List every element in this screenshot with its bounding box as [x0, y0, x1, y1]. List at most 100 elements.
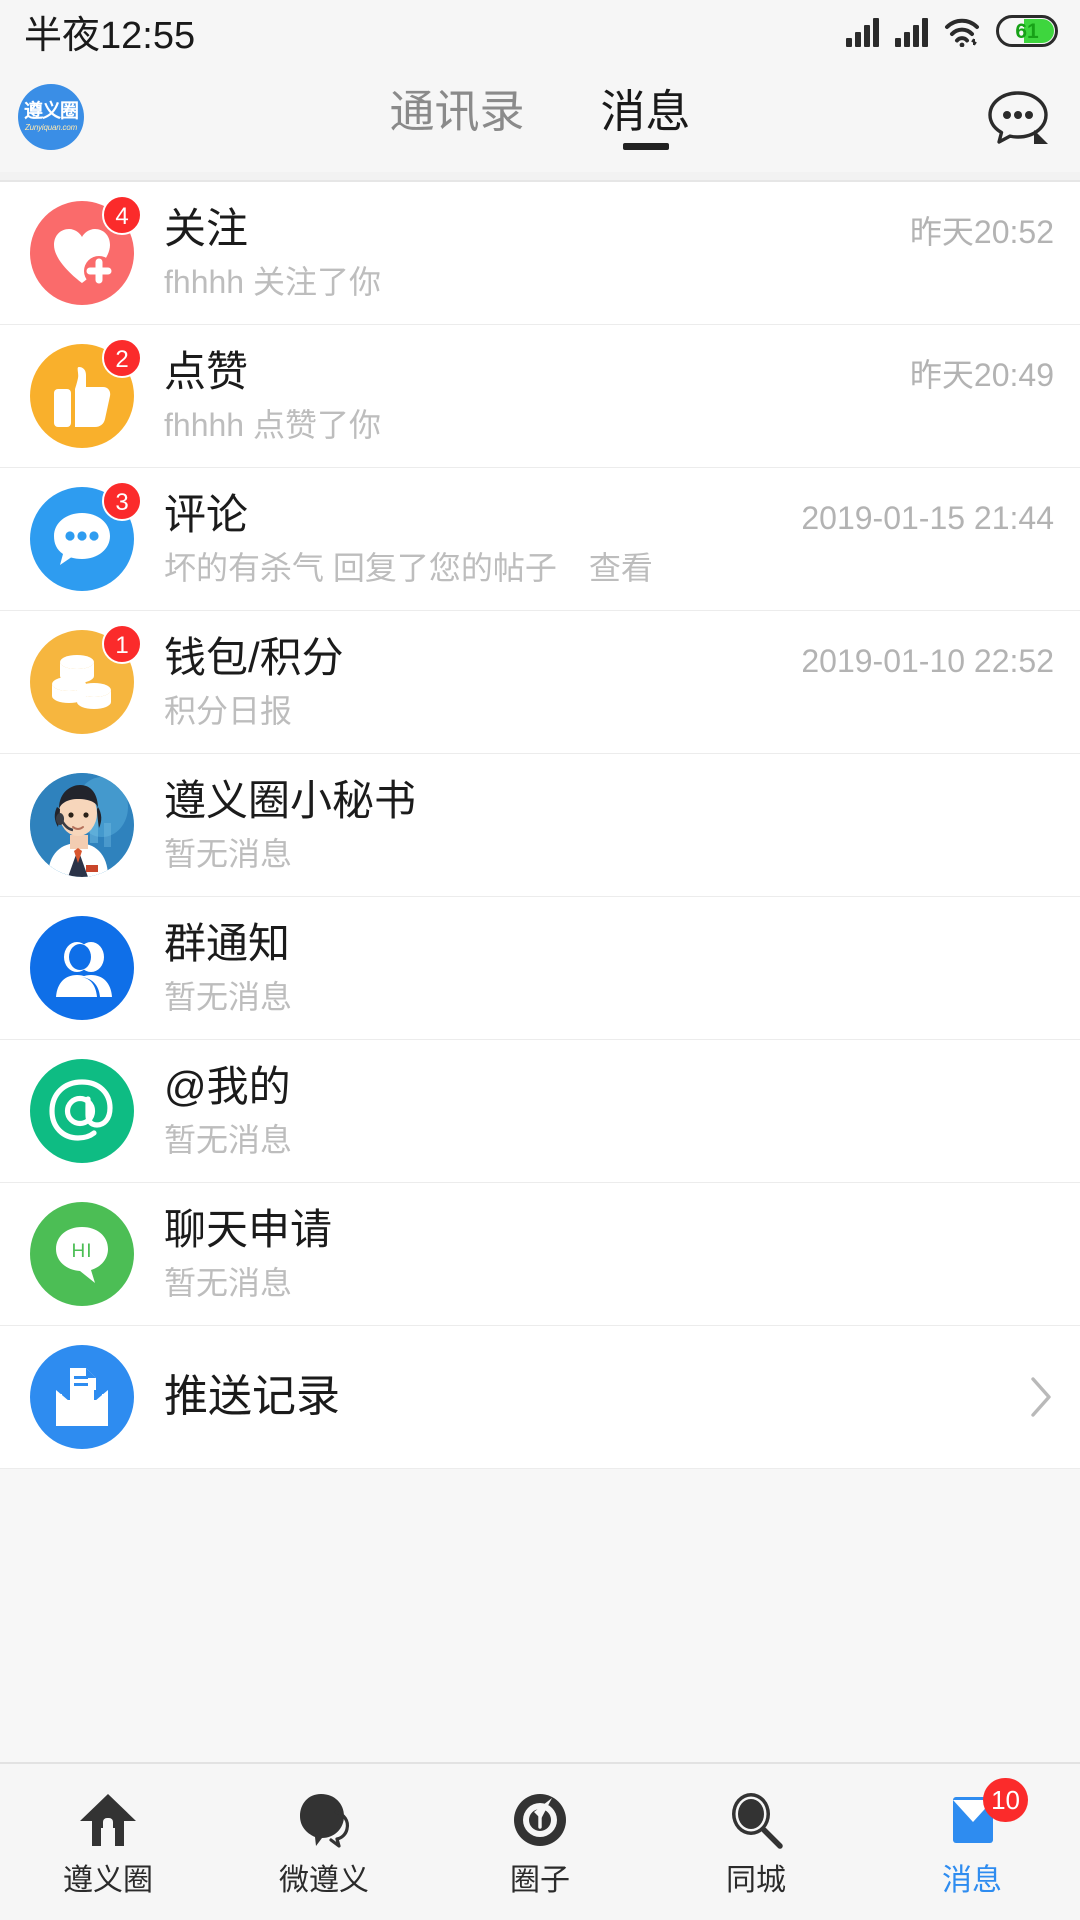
list-item[interactable]: 遵义圈小秘书 暂无消息 — [0, 754, 1080, 897]
list-item[interactable]: HI 聊天申请 暂无消息 — [0, 1183, 1080, 1326]
top-navigation-bar: 遵义圈 Zunyiquan.com 通讯录 消息 — [0, 62, 1080, 172]
wifi-icon — [944, 17, 980, 48]
tab-bar-label: 遵义圈 — [63, 1864, 153, 1897]
at-sign-icon — [30, 1059, 134, 1163]
push-record-title: 推送记录 — [164, 1372, 340, 1421]
list-item[interactable]: 3 评论 2019-01-15 21:44 坏的有杀气 回复了您的帖子 查看 — [0, 468, 1080, 611]
secretary-avatar — [30, 773, 134, 877]
list-item-body: 关注 昨天20:52 fhhhh 关注了你 — [164, 205, 1054, 300]
list-item-subtitle: 暂无消息 — [164, 1265, 293, 1301]
list-item-body: 推送记录 — [164, 1375, 1028, 1419]
list-item-header: 遵义圈小秘书 — [164, 780, 1054, 822]
signal-icon — [846, 17, 879, 47]
status-clock: 半夜12:55 — [24, 14, 196, 57]
list-item[interactable]: 2 点赞 昨天20:49 fhhhh 点赞了你 — [0, 325, 1080, 468]
list-item[interactable]: 群通知 暂无消息 — [0, 897, 1080, 1040]
avatar: HI — [30, 1202, 134, 1306]
tab-bar-item-circles[interactable]: 圈子 — [432, 1788, 648, 1896]
tab-underline — [622, 142, 669, 150]
list-item-header: 点赞 昨天20:49 — [164, 351, 1054, 393]
inbox-doc-icon — [30, 1345, 134, 1449]
chat-more-icon[interactable] — [982, 86, 1054, 148]
tab-bar-label: 微遵义 — [279, 1864, 369, 1897]
list-item-time: 2019-01-10 22:52 — [801, 643, 1054, 679]
avatar — [30, 1345, 134, 1449]
header-tabs: 通讯录 消息 — [379, 85, 700, 150]
list-item-header: 群通知 — [164, 923, 1054, 965]
message-list: 4 关注 昨天20:52 fhhhh 关注了你 2 点赞 昨天20:49 fhh… — [0, 180, 1080, 1469]
avatar — [30, 1059, 134, 1163]
list-item-title: 评论 — [164, 491, 249, 538]
tab-bar-label: 同城 — [726, 1864, 786, 1897]
app-screen: 半夜12:55 61 遵义圈 Zunyiquan.com 通讯录 消息 4 关注… — [0, 0, 1080, 1920]
avatar — [30, 773, 134, 877]
svg-text:HI: HI — [72, 1241, 93, 1262]
envelope-icon: 10 — [940, 1778, 1028, 1852]
list-item[interactable]: 4 关注 昨天20:52 fhhhh 关注了你 — [0, 182, 1080, 325]
logo-en-text: Zunyiquan.com — [24, 123, 78, 132]
group-person-icon — [30, 916, 134, 1020]
list-item-title: 关注 — [164, 205, 249, 252]
list-item-subtitle: fhhhh 关注了你 — [164, 264, 381, 300]
unread-badge: 1 — [102, 624, 142, 664]
battery-icon: 61 — [996, 15, 1058, 47]
unread-badge: 2 — [102, 338, 142, 378]
list-item-time: 昨天20:52 — [909, 214, 1054, 250]
list-item-title: @我的 — [164, 1063, 291, 1110]
tab-bar-label: 消息 — [942, 1864, 1002, 1897]
hi-bubble-icon: HI — [30, 1202, 134, 1306]
list-item-body: 群通知 暂无消息 — [164, 923, 1054, 1015]
search-icon — [724, 1788, 788, 1852]
list-item[interactable]: @我的 暂无消息 — [0, 1040, 1080, 1183]
list-item-time: 2019-01-15 21:44 — [801, 500, 1054, 536]
list-item-body: 点赞 昨天20:49 fhhhh 点赞了你 — [164, 351, 1054, 443]
tab-contacts-label: 通讯录 — [389, 85, 525, 137]
section-divider — [0, 172, 1080, 180]
tab-bar-badge: 10 — [983, 1778, 1028, 1822]
list-item-time: 昨天20:49 — [909, 357, 1054, 393]
tab-bar-item-messages[interactable]: 10 消息 — [864, 1778, 1080, 1897]
app-logo[interactable]: 遵义圈 Zunyiquan.com — [18, 84, 84, 150]
logo-cn-text: 遵义圈 — [23, 101, 79, 122]
home-icon — [76, 1788, 140, 1852]
bottom-tab-bar: 遵义圈 微遵义 圈子 同城 10 消息 — [0, 1762, 1080, 1920]
list-item-body: 评论 2019-01-15 21:44 坏的有杀气 回复了您的帖子 查看 — [164, 494, 1054, 586]
list-item[interactable]: 1 钱包/积分 2019-01-10 22:52 积分日报 — [0, 611, 1080, 754]
avatar: 3 — [30, 481, 142, 591]
list-item-subtitle: 暂无消息 — [164, 836, 293, 872]
list-item-body: 聊天申请 暂无消息 — [164, 1209, 1054, 1301]
avatar: 1 — [30, 624, 142, 734]
speech-bubble-icon — [292, 1788, 356, 1852]
list-item-body: 钱包/积分 2019-01-10 22:52 积分日报 — [164, 637, 1054, 728]
list-item-subtitle: 暂无消息 — [164, 979, 293, 1015]
tab-messages-label: 消息 — [600, 85, 691, 137]
list-item-body: @我的 暂无消息 — [164, 1066, 1054, 1158]
tab-bar-item-home[interactable]: 遵义圈 — [0, 1788, 216, 1896]
list-item-title: 群通知 — [164, 920, 291, 967]
list-item-subtitle: fhhhh 点赞了你 — [164, 407, 381, 443]
battery-level: 61 — [1015, 19, 1039, 43]
compass-icon — [508, 1788, 572, 1852]
list-item-title: 点赞 — [164, 348, 249, 395]
tab-contacts[interactable]: 通讯录 — [379, 85, 534, 150]
list-item-title: 遵义圈小秘书 — [164, 777, 417, 824]
chevron-right-icon — [1028, 1375, 1054, 1419]
tab-bar-item-nearby[interactable]: 同城 — [648, 1788, 864, 1896]
list-item-header: 评论 2019-01-15 21:44 — [164, 494, 1054, 536]
tab-bar-item-weizunyi[interactable]: 微遵义 — [216, 1788, 432, 1896]
tab-messages[interactable]: 消息 — [591, 85, 701, 150]
status-bar: 半夜12:55 61 — [0, 0, 1080, 62]
avatar: 4 — [30, 195, 142, 305]
list-item-subtitle: 坏的有杀气 回复了您的帖子 查看 — [164, 550, 653, 586]
unread-badge: 4 — [102, 195, 142, 235]
list-item-subtitle: 暂无消息 — [164, 1122, 293, 1158]
avatar: 2 — [30, 338, 142, 448]
list-item-body: 遵义圈小秘书 暂无消息 — [164, 780, 1054, 872]
tab-bar-label: 圈子 — [510, 1864, 570, 1897]
list-item-header: 聊天申请 — [164, 1209, 1054, 1251]
list-item-title: 聊天申请 — [164, 1206, 333, 1253]
push-record-item[interactable]: 推送记录 — [0, 1326, 1080, 1469]
list-item-header: @我的 — [164, 1066, 1054, 1108]
signal-icon — [895, 17, 928, 47]
list-item-header: 钱包/积分 2019-01-10 22:52 — [164, 637, 1054, 679]
